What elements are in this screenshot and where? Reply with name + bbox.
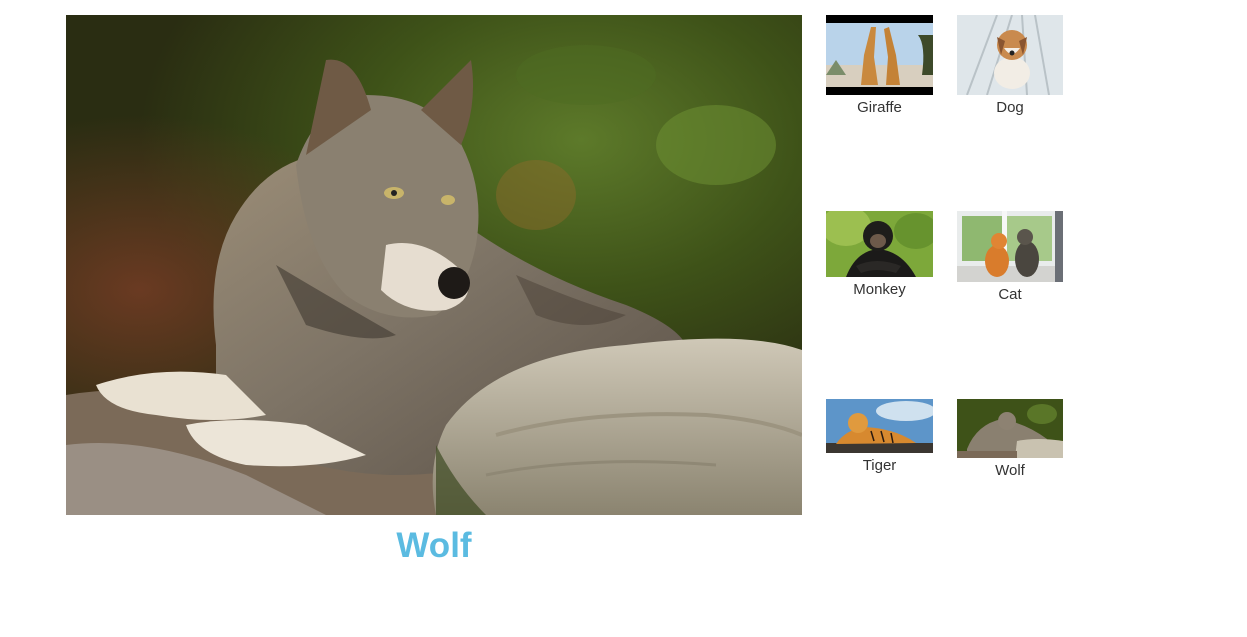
main-wolf-image [66, 15, 802, 515]
animal-gallery-page: Wolf Giraffe Dog Monkey Cat Tiger Wolf [0, 0, 1247, 637]
thumbnail-label-cat: Cat [998, 286, 1022, 303]
thumbnail-dog[interactable]: Dog [957, 15, 1063, 117]
thumbnail-label-tiger: Tiger [862, 457, 897, 474]
thumbnail-label-giraffe: Giraffe [857, 99, 902, 116]
tiger-thumbnail-image[interactable] [826, 399, 933, 453]
thumbnail-monkey[interactable]: Monkey [826, 211, 933, 299]
cat-thumbnail-image[interactable] [957, 211, 1063, 282]
thumbnail-label-dog: Dog [996, 99, 1024, 116]
thumbnail-tiger[interactable]: Tiger [826, 399, 933, 475]
thumbnail-giraffe[interactable]: Giraffe [826, 15, 933, 117]
giraffe-thumbnail-image[interactable] [826, 15, 933, 95]
main-caption: Wolf [396, 526, 472, 565]
thumbnail-label-monkey: Monkey [853, 281, 906, 298]
monkey-thumbnail-image[interactable] [826, 211, 933, 277]
thumbnail-label-wolf: Wolf [995, 462, 1025, 479]
thumbnail-cat[interactable]: Cat [957, 211, 1063, 304]
thumbnail-wolf[interactable]: Wolf [957, 399, 1063, 480]
dog-thumbnail-image[interactable] [957, 15, 1063, 95]
wolf-thumbnail-image[interactable] [957, 399, 1063, 458]
